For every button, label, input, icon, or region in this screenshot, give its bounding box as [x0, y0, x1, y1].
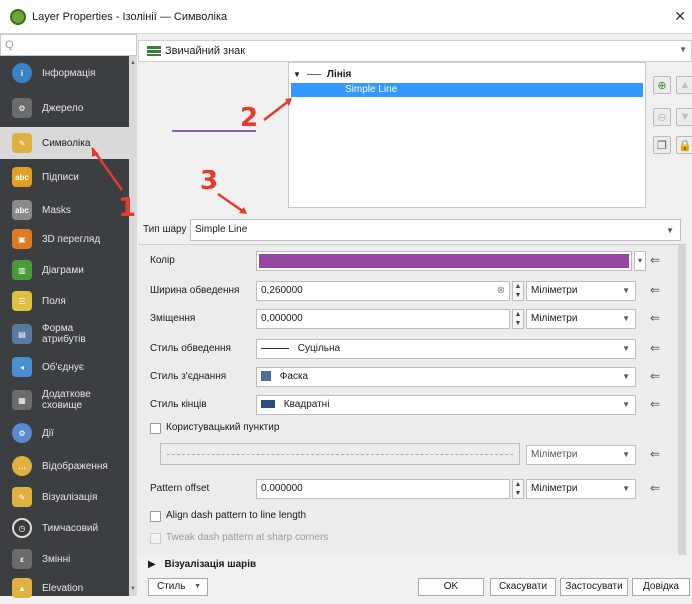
color-menu-button[interactable]: ▾: [634, 251, 646, 271]
pattern-offset-spinner[interactable]: ▲ ▼: [512, 479, 524, 499]
chevron-down-icon[interactable]: ▼: [622, 368, 630, 386]
stroke-width-row: Ширина обведення 0,260000 ⊗ ▲ ▼ Міліметри…: [150, 281, 661, 301]
chevron-down-icon: ▼: [194, 583, 201, 590]
cap-style-select[interactable]: Квадратні ▼: [256, 395, 636, 415]
color-row: Колір ▾ ⇐: [138, 249, 686, 273]
solid-line-icon: [261, 347, 289, 349]
stroke-style-select[interactable]: Суцільна ▼: [256, 339, 636, 359]
annotation-3: 3: [200, 166, 219, 196]
square-cap-icon: [261, 400, 275, 409]
custom-dash-editor-row: Міліметри ▼ ⇐: [138, 441, 686, 469]
align-dash-checkbox[interactable]: [150, 511, 161, 522]
help-button[interactable]: Довідка: [632, 578, 690, 596]
stroke-width-input[interactable]: 0,260000 ⊗: [256, 281, 510, 301]
join-style-row: Стиль з'єднання Фаска ▼ ⇐: [138, 365, 686, 389]
data-defined-override-icon[interactable]: ⇐: [650, 341, 660, 355]
pattern-offset-unit-select[interactable]: Міліметри ▼: [526, 479, 636, 499]
data-defined-override-icon[interactable]: ⇐: [650, 311, 660, 325]
data-defined-override-icon[interactable]: ⇐: [650, 253, 660, 267]
chevron-down-icon[interactable]: ▼: [622, 340, 630, 358]
annotation-1: 1: [118, 193, 137, 223]
pattern-offset-input[interactable]: 0,000000: [256, 479, 510, 499]
dash-unit-select[interactable]: Міліметри ▼: [526, 445, 636, 465]
color-swatch: [259, 254, 629, 268]
tweak-dash-checkbox[interactable]: [150, 533, 161, 544]
cap-style-row: Стиль кінців Квадратні ▼ ⇐: [138, 393, 686, 417]
tweak-dash-row: Tweak dash pattern at sharp corners: [138, 527, 686, 551]
data-defined-override-icon[interactable]: ⇐: [650, 397, 660, 411]
chevron-down-icon[interactable]: ▼: [622, 446, 630, 464]
chevron-down-icon[interactable]: ▼: [622, 396, 630, 414]
chevron-down-icon[interactable]: ▼: [622, 282, 630, 300]
stroke-width-unit-select[interactable]: Міліметри ▼: [526, 281, 636, 301]
offset-input[interactable]: 0,000000: [256, 309, 510, 329]
expand-arrow-icon[interactable]: ▶: [148, 559, 156, 570]
layer-rendering-section[interactable]: ▶ Візуалізація шарів: [148, 559, 256, 570]
arrow-3: [217, 192, 245, 214]
layer-type-value: Simple Line: [195, 224, 248, 235]
dash-pattern-editor[interactable]: [160, 443, 520, 465]
layer-type-select[interactable]: Simple Line ▼: [190, 219, 681, 241]
data-defined-override-icon[interactable]: ⇐: [650, 481, 660, 495]
align-dash-row: Align dash pattern to line length: [138, 505, 686, 529]
custom-dash-row: Користувацький пунктир: [138, 417, 686, 441]
properties-panel: Колір ▾ ⇐ Ширина обведення 0,260000 ⊗ ▲ ▼…: [138, 244, 686, 555]
offset-spinner[interactable]: ▲ ▼: [512, 309, 524, 329]
cancel-button[interactable]: Скасувати: [490, 578, 556, 596]
join-style-select[interactable]: Фаска ▼: [256, 367, 636, 387]
stroke-style-row: Стиль обведення Суцільна ▼ ⇐: [138, 337, 686, 361]
apply-button[interactable]: Застосувати: [560, 578, 628, 596]
layer-type-label: Тип шару: [143, 224, 187, 235]
chevron-down-icon[interactable]: ▼: [622, 310, 630, 328]
data-defined-override-icon[interactable]: ⇐: [650, 369, 660, 383]
properties-scrollbar[interactable]: [678, 245, 686, 555]
custom-dash-checkbox[interactable]: [150, 423, 161, 434]
chevron-down-icon[interactable]: ▼: [666, 221, 674, 241]
chevron-down-icon[interactable]: ▼: [622, 480, 630, 498]
stroke-width-spinner[interactable]: ▲ ▼: [512, 281, 524, 301]
bevel-join-icon: [261, 371, 271, 382]
arrow-2: [263, 99, 291, 121]
clear-icon[interactable]: ⊗: [497, 282, 505, 300]
offset-row: Зміщення 0,000000 ▲ ▼ Міліметри ▼ ⇐: [150, 309, 661, 329]
offset-unit-select[interactable]: Міліметри ▼: [526, 309, 636, 329]
ok-button[interactable]: OK: [418, 578, 484, 596]
data-defined-override-icon[interactable]: ⇐: [650, 447, 660, 461]
annotation-2: 2: [240, 103, 259, 133]
color-button[interactable]: [256, 251, 632, 271]
style-menu-button[interactable]: Стиль ▼: [148, 578, 208, 596]
pattern-offset-row: Pattern offset 0,000000 ▲ ▼ Міліметри ▼ ⇐: [150, 479, 661, 499]
data-defined-override-icon[interactable]: ⇐: [650, 283, 660, 297]
